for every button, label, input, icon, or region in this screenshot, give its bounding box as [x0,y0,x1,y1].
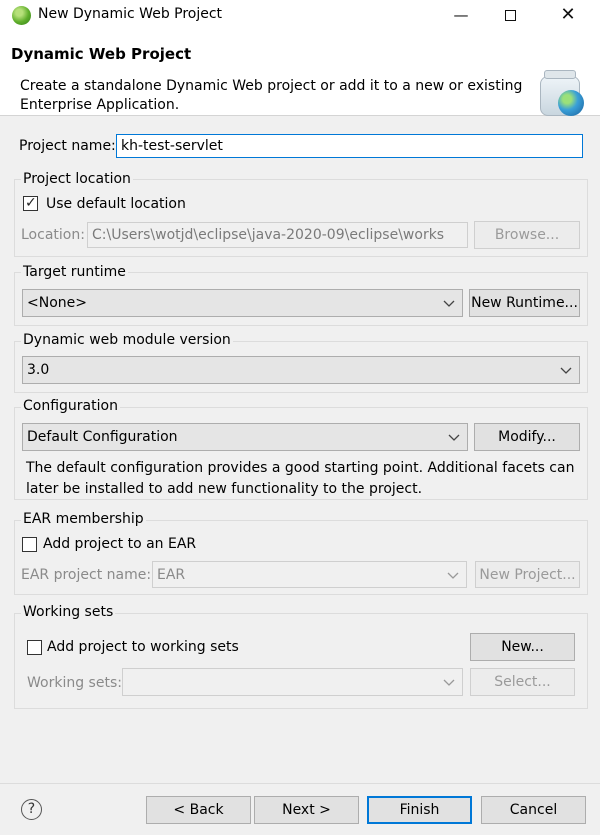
project-name-input[interactable]: kh-test-servlet [116,134,583,158]
use-default-location-label: Use default location [46,196,186,212]
window-title: New Dynamic Web Project [38,6,223,22]
new-runtime-button[interactable]: New Runtime... [469,289,580,317]
close-button[interactable]: ✕ [545,0,591,30]
new-ear-project-button[interactable]: New Project... [475,561,580,588]
working-sets-label: Working sets: [27,675,122,691]
ear-project-value: EAR [157,567,186,583]
add-to-working-sets-label: Add project to working sets [47,639,239,655]
web-module-title: Dynamic web module version [21,332,233,348]
target-runtime-value: <None> [27,295,87,311]
working-sets-select[interactable] [122,668,463,696]
ear-project-name-label: EAR project name: [21,567,152,583]
ear-project-select[interactable]: EAR [152,561,467,588]
new-working-set-button[interactable]: New... [470,633,575,661]
jar-lid-icon [544,70,576,79]
eclipse-icon [12,6,31,25]
chevron-down-icon [443,679,455,686]
title-bar: New Dynamic Web Project — ✕ [0,0,600,30]
configuration-description: The default configuration provides a goo… [26,460,575,497]
browse-button[interactable]: Browse... [474,221,580,249]
working-sets-title: Working sets [21,604,116,620]
next-button[interactable]: Next > [254,796,359,824]
web-module-value: 3.0 [27,362,50,378]
chevron-down-icon [560,367,572,374]
modify-button[interactable]: Modify... [474,423,580,451]
footer-separator [0,783,600,784]
add-to-ear-label: Add project to an EAR [43,536,197,552]
chevron-down-icon [443,300,455,307]
chevron-down-icon [447,572,459,579]
back-button[interactable]: < Back [146,796,251,824]
configuration-title: Configuration [21,398,120,414]
minimize-button[interactable]: — [438,0,484,30]
location-input[interactable]: C:\Users\wotjd\eclipse\java-2020-09\ecli… [87,222,468,248]
cancel-button[interactable]: Cancel [481,796,586,824]
configuration-value: Default Configuration [27,429,178,445]
chevron-down-icon [448,434,460,441]
banner-title: Dynamic Web Project [11,45,192,63]
maximize-icon [504,10,516,21]
add-to-ear-checkbox[interactable] [22,537,37,552]
web-module-select[interactable]: 3.0 [22,356,580,384]
project-name-label: Project name: [19,138,116,154]
maximize-button[interactable] [487,0,533,30]
finish-button[interactable]: Finish [367,796,472,824]
configuration-select[interactable]: Default Configuration [22,423,468,451]
help-icon[interactable]: ? [21,799,42,820]
ear-membership-title: EAR membership [21,511,146,527]
checkmark-icon: ✓ [25,195,37,211]
target-runtime-title: Target runtime [21,264,128,280]
location-label: Location: [21,227,85,243]
web-project-wizard-icon [536,70,588,120]
project-location-title: Project location [21,171,133,187]
select-working-sets-button[interactable]: Select... [470,668,575,696]
wizard-banner: Dynamic Web Project Create a standalone … [0,30,600,116]
target-runtime-select[interactable]: <None> [22,289,463,317]
use-default-location-checkbox[interactable]: ✓ [23,195,38,211]
banner-description: Create a standalone Dynamic Web project … [20,78,523,113]
globe-icon [558,90,584,116]
add-to-working-sets-checkbox[interactable] [27,640,42,655]
